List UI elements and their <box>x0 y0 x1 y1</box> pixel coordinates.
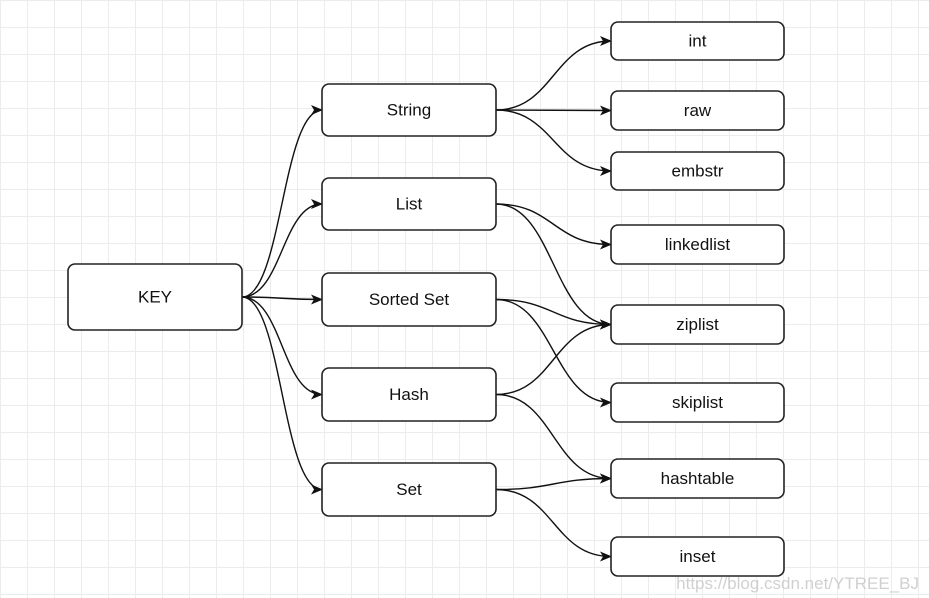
node-hashtable: hashtable <box>610 458 785 499</box>
node-ziplist: ziplist <box>610 304 785 345</box>
node-label: inset <box>680 547 716 566</box>
edge-key-list <box>241 199 323 298</box>
edge-hash-ziplist <box>495 319 612 396</box>
edge-list-linkedlist <box>495 203 612 250</box>
edge-key-string <box>241 105 323 298</box>
node-embstr: embstr <box>610 151 785 191</box>
edge-set-hashtable <box>495 473 612 491</box>
node-inset: inset <box>610 536 785 577</box>
edge-sortedset-skiplist <box>495 298 612 408</box>
node-label: embstr <box>672 162 724 181</box>
node-linkedlist: linkedlist <box>610 224 785 265</box>
diagram-canvas: KEY String List Sorted Set Hash Set int raw embs… <box>0 0 929 598</box>
node-label: KEY <box>138 288 172 307</box>
edge-set-inset <box>495 488 612 562</box>
node-label: Hash <box>389 385 429 404</box>
node-label: String <box>387 101 431 120</box>
node-label: skiplist <box>672 393 723 412</box>
node-key: KEY <box>67 263 243 331</box>
node-label: Set <box>396 480 422 499</box>
node-set: Set <box>321 462 497 517</box>
edge-list-ziplist <box>495 203 612 330</box>
edge-key-set <box>241 296 323 495</box>
diagram: KEY String List Sorted Set Hash Set int raw embs… <box>67 21 785 577</box>
node-label: hashtable <box>661 469 735 488</box>
node-label: linkedlist <box>665 235 730 254</box>
node-string: String <box>321 83 497 137</box>
node-label: Sorted Set <box>369 290 450 309</box>
edge-string-raw <box>495 105 612 116</box>
node-skiplist: skiplist <box>610 382 785 423</box>
edge-hash-hashtable <box>495 393 612 484</box>
node-sortedset: Sorted Set <box>321 272 497 327</box>
node-list: List <box>321 177 497 231</box>
node-label: List <box>396 195 423 214</box>
edge-string-int <box>495 36 612 111</box>
node-label: int <box>689 32 707 51</box>
edge-key-sortedset <box>241 294 323 305</box>
watermark: https://blog.csdn.net/YTREE_BJ <box>676 574 919 593</box>
edge-key-hash <box>241 296 323 400</box>
node-hash: Hash <box>321 367 497 422</box>
node-label: ziplist <box>676 315 719 334</box>
node-label: raw <box>684 101 712 120</box>
edge-string-embstr <box>495 109 612 176</box>
node-raw: raw <box>610 90 785 131</box>
node-int: int <box>610 21 785 61</box>
